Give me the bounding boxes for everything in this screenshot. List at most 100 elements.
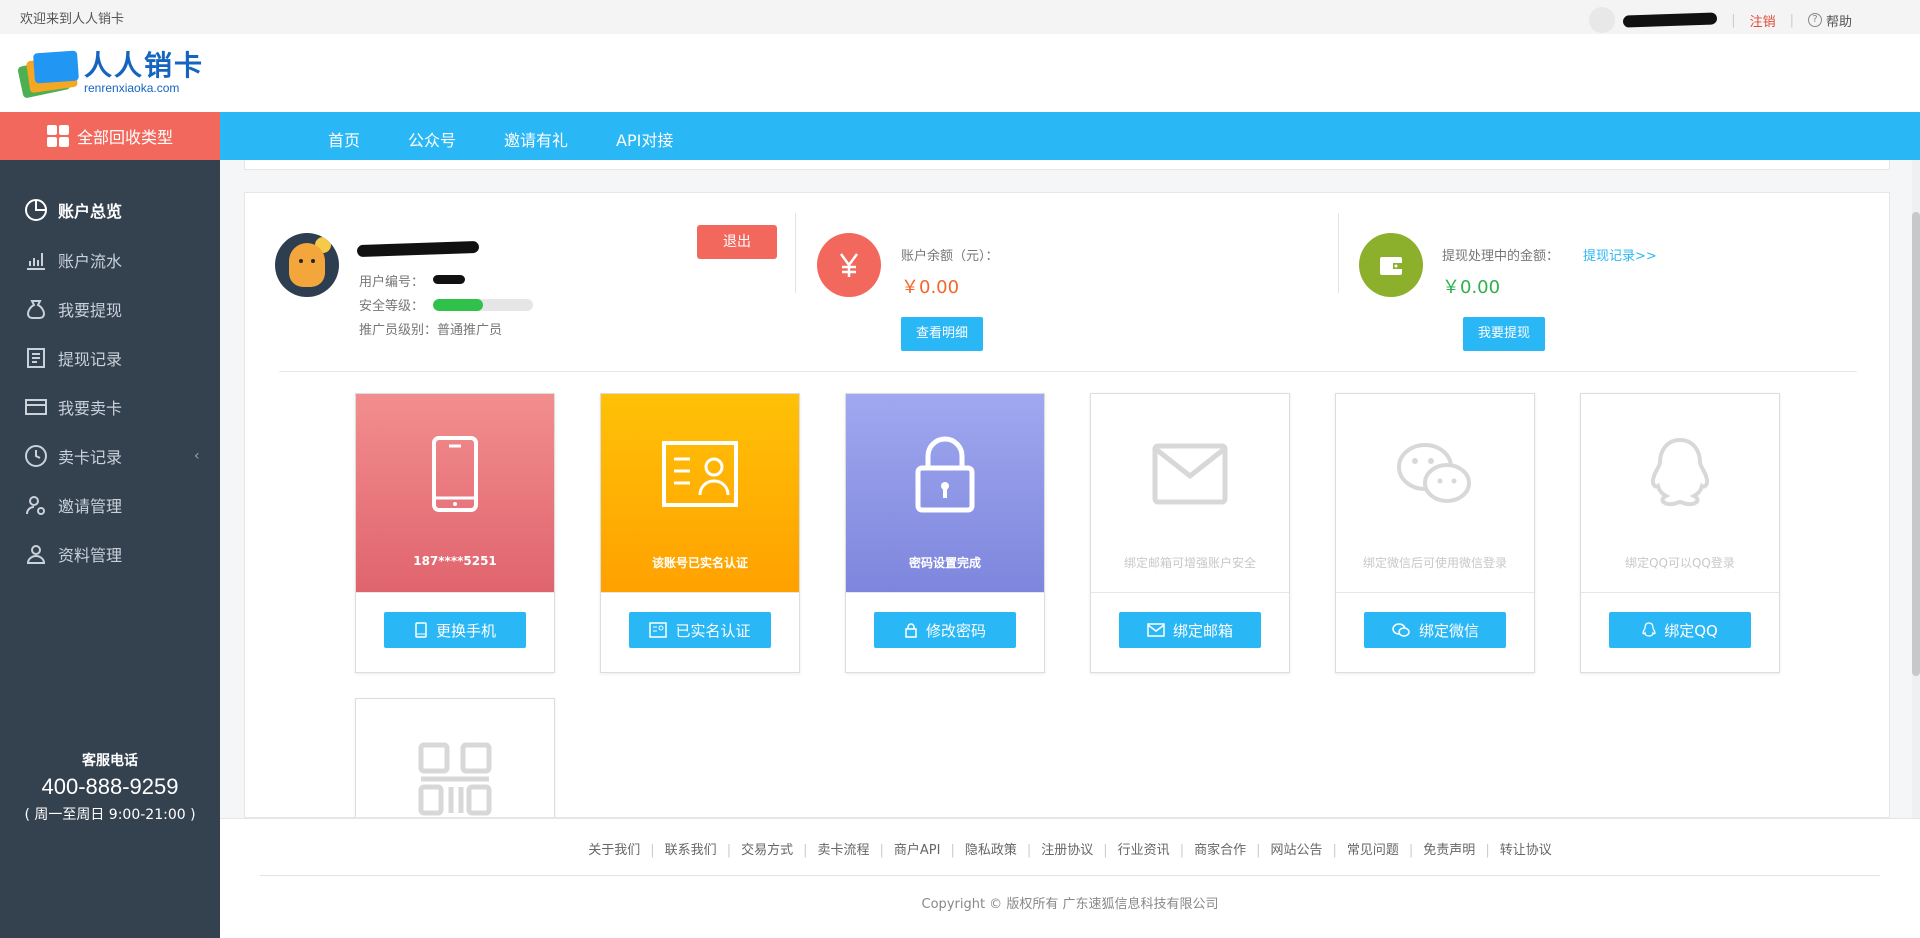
hotline: 客服电话 400-888-9259 ( 周一至周日 9:00-21:00 ): [0, 750, 220, 824]
footer: 关于我们 | 联系我们 | 交易方式 | 卖卡流程 | 商户API | 隐私政策 | 注册协议 | 行业资讯…: [220, 818, 1920, 938]
user-id-label: 用户编号：: [359, 275, 425, 290]
copyright: Copyright © 版权所有 广东速狐信息科技有限公司: [921, 897, 1219, 912]
grid-icon: [46, 125, 69, 147]
nav-official-account[interactable]: 公众号: [408, 127, 456, 151]
top-bar: 欢迎来到人人销卡 | 注销 | ? 帮助: [0, 0, 1920, 34]
balance-label: 账户余额（元）：: [901, 249, 999, 264]
sidebar-item-withdraw[interactable]: 我要提现: [24, 294, 122, 324]
wechat-icon: [1395, 434, 1475, 514]
hotline-number: 400-888-9259: [41, 774, 179, 799]
withdraw-button[interactable]: 我要提现: [1463, 317, 1545, 351]
welcome-text: 欢迎来到人人销卡: [20, 12, 125, 27]
change-password-button[interactable]: 修改密码: [874, 612, 1016, 648]
footer-link[interactable]: 商户API: [894, 843, 941, 858]
qq-icon: [1642, 622, 1656, 637]
footer-link[interactable]: 关于我们: [588, 843, 640, 858]
card-caption: 187****5251: [413, 554, 497, 568]
footer-link[interactable]: 行业资讯: [1118, 843, 1170, 858]
card-real-name: 该账号已实名认证 已实名认证: [600, 393, 800, 673]
user-invite-icon: [24, 493, 48, 517]
promoter-level: 推广员级别：普通推广员: [359, 323, 503, 338]
card-caption: 绑定邮箱可增强账户安全: [1123, 556, 1256, 570]
bar-chart-icon: [24, 248, 48, 272]
real-name-verified-button[interactable]: 已实名认证: [629, 612, 771, 648]
footer-link[interactable]: 卖卡流程: [817, 843, 869, 858]
scrollbar[interactable]: [1912, 160, 1920, 818]
card-email: 绑定邮箱可增强账户安全 绑定邮箱: [1090, 393, 1290, 673]
bind-qq-button[interactable]: 绑定QQ: [1609, 612, 1751, 648]
pending-label: 提现处理中的金额：: [1442, 249, 1560, 264]
card-qq: 绑定QQ可以QQ登录 绑定QQ: [1580, 393, 1780, 673]
chevron-left-icon[interactable]: ‹: [194, 448, 200, 464]
site-logo[interactable]: 人人销卡 renrenxiaoka.com: [17, 48, 205, 99]
lock-icon: [905, 434, 985, 514]
card-wechat: 绑定微信后可使用微信登录 绑定微信: [1335, 393, 1535, 673]
withdraw-records-link[interactable]: 提现记录>>: [1583, 245, 1657, 264]
sidebar-item-sell-records[interactable]: 卖卡记录 ‹: [24, 441, 200, 471]
sidebar-item-overview[interactable]: 账户总览: [24, 195, 122, 225]
nav-invite[interactable]: 邀请有礼: [504, 127, 568, 151]
footer-link[interactable]: 网站公告: [1270, 843, 1322, 858]
sidebar-item-invite-manage[interactable]: 邀请管理: [24, 490, 122, 520]
content-top-strip: [244, 160, 1890, 170]
logo-domain: renrenxiaoka.com: [84, 81, 180, 95]
exit-button[interactable]: 退出: [697, 225, 777, 259]
scrollbar-thumb[interactable]: [1912, 212, 1920, 676]
card-qr-code: [355, 698, 555, 817]
sidebar-item-sell-card[interactable]: 我要卖卡: [24, 392, 122, 422]
balance-value: ￥0.00: [901, 277, 960, 298]
hotline-title: 客服电话: [82, 753, 138, 769]
footer-link[interactable]: 转让协议: [1500, 843, 1552, 858]
user-icon: [24, 542, 48, 566]
username-redacted: [356, 240, 480, 258]
yen-icon: [817, 233, 881, 297]
wechat-icon: [1392, 623, 1410, 637]
footer-link[interactable]: 交易方式: [741, 843, 793, 858]
phone-icon: [415, 434, 495, 514]
money-bag-icon: [24, 297, 48, 321]
security-level-bar: [433, 299, 533, 311]
bind-email-button[interactable]: 绑定邮箱: [1119, 612, 1261, 648]
footer-link[interactable]: 商家合作: [1194, 843, 1246, 858]
footer-link[interactable]: 常见问题: [1347, 843, 1399, 858]
footer-link[interactable]: 隐私政策: [965, 843, 1017, 858]
footer-link[interactable]: 免责声明: [1423, 843, 1475, 858]
nav-api[interactable]: API对接: [616, 127, 673, 151]
help-link[interactable]: 帮助: [1826, 11, 1852, 30]
wallet-icon: [1359, 233, 1423, 297]
sidebar-item-profile[interactable]: 资料管理: [24, 539, 122, 569]
document-icon: [24, 346, 48, 370]
card-caption: 密码设置完成: [908, 556, 981, 570]
nav-home[interactable]: 首页: [328, 127, 360, 151]
all-categories-button[interactable]: 全部回收类型: [0, 112, 220, 160]
pie-chart-icon: [24, 198, 48, 222]
user-avatar[interactable]: [275, 233, 339, 297]
footer-links: 关于我们 | 联系我们 | 交易方式 | 卖卡流程 | 商户API | 隐私政策 | 注册协议 | 行业资讯…: [588, 843, 1552, 858]
user-id-redacted: [433, 275, 465, 284]
logout-link[interactable]: 注销: [1750, 11, 1776, 30]
qr-code-icon: [415, 739, 495, 817]
header: 人人销卡 renrenxiaoka.com: [0, 34, 1920, 112]
card-caption: 该账号已实名认证: [651, 556, 748, 570]
qq-icon: [1640, 434, 1720, 514]
logo-cards-icon: [17, 48, 80, 99]
footer-link[interactable]: 联系我们: [665, 843, 717, 858]
main-nav: 首页 公众号 邀请有礼 API对接: [220, 112, 1920, 160]
sidebar-item-flow[interactable]: 账户流水: [24, 245, 122, 275]
username-redacted[interactable]: [1623, 12, 1718, 28]
view-details-button[interactable]: 查看明细: [901, 317, 983, 351]
footer-link[interactable]: 注册协议: [1041, 843, 1093, 858]
sidebar-item-withdraw-records[interactable]: 提现记录: [24, 343, 122, 373]
user-avatar-small[interactable]: [1589, 7, 1616, 33]
account-panel: 用户编号： 安全等级： 推广员级别：普通推广员 退出 账户余额（元）： ￥0.0…: [244, 192, 1890, 818]
card-phone: 187****5251 更换手机: [355, 393, 555, 673]
card-password: 密码设置完成 修改密码: [845, 393, 1045, 673]
security-level-label: 安全等级：: [359, 299, 425, 314]
phone-icon: [415, 622, 427, 638]
help-icon[interactable]: ?: [1807, 13, 1822, 27]
change-phone-button[interactable]: 更换手机: [384, 612, 526, 648]
logo-name: 人人销卡: [84, 49, 205, 82]
bind-wechat-button[interactable]: 绑定微信: [1364, 612, 1506, 648]
card-icon: [24, 395, 48, 419]
id-card-icon: [649, 622, 668, 638]
